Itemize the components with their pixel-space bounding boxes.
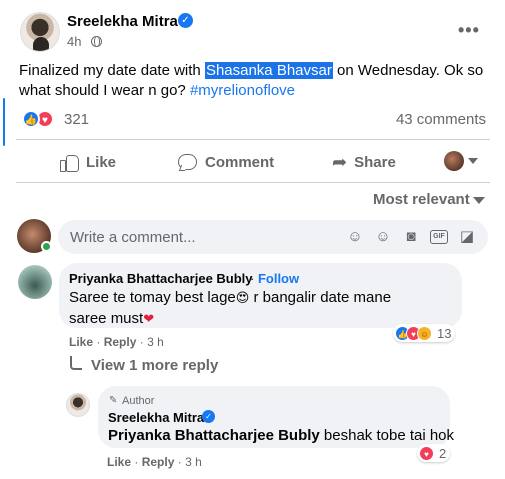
post-timestamp[interactable]: 4h (67, 34, 81, 49)
avatar-sticker-icon[interactable]: ☺ (346, 228, 364, 246)
commenter-name[interactable]: Priyanka Bhattacharjee Bubly (69, 271, 253, 286)
comment-button[interactable]: Comment (178, 151, 274, 173)
comment-sort-dropdown[interactable]: Most relevant (373, 191, 470, 208)
share-arrow-icon: ➦ (332, 152, 348, 172)
comment-input[interactable] (70, 220, 320, 254)
emoji-icon[interactable]: ☺ (374, 228, 392, 246)
verified-badge-icon: ✓ (202, 410, 215, 423)
like-reaction-icon[interactable]: 👍 (22, 110, 40, 128)
online-status-indicator (41, 241, 52, 252)
love-reaction-icon: ♥ (419, 445, 434, 461)
view-more-replies-link[interactable]: View 1 more reply (91, 357, 218, 374)
author-avatar[interactable] (20, 12, 60, 52)
pencil-icon: ✎ (109, 395, 118, 406)
author-badge: Author (122, 395, 155, 407)
comment-meta: Like · Reply · 3 h (69, 335, 164, 349)
separator-dot: · (139, 335, 144, 349)
comment-time[interactable]: 3 h (147, 335, 164, 349)
comment-text-part1: Saree te tomay best lage (69, 289, 236, 306)
reply-text-body: beshak tobe tai hok (319, 427, 455, 444)
red-heart-emoji-icon: ❤ (143, 312, 155, 327)
reply-text: Priyanka Bhattacharjee Bubly beshak tobe… (108, 427, 454, 444)
reply-author-name[interactable]: Sreelekha Mitra (108, 410, 204, 425)
more-options-icon[interactable]: ••• (458, 20, 480, 41)
like-button[interactable]: Like (59, 151, 116, 173)
comment-text: Saree te tomay best lage😍 r bangalir dat… (69, 288, 429, 330)
focus-indicator (3, 98, 5, 146)
separator-dot: · (177, 455, 182, 469)
gif-icon[interactable]: GIF (430, 230, 448, 244)
reply-author-avatar[interactable] (66, 393, 90, 417)
sticker-icon[interactable]: ◪ (458, 228, 476, 246)
reply-reply-link[interactable]: Reply (142, 455, 175, 469)
reply-time[interactable]: 3 h (185, 455, 202, 469)
comment-reply-link[interactable]: Reply (104, 335, 137, 349)
comment-composer[interactable]: ☺ ☺ ◙ GIF ◪ (58, 220, 488, 254)
tagged-person-link[interactable]: Shasanka Bhavsar (204, 62, 333, 79)
reply-reactions[interactable]: ♥ 2 (417, 444, 451, 462)
commenter-avatar[interactable] (18, 265, 52, 299)
comment-reaction-count: 13 (437, 325, 452, 341)
post-text: Finalized my date date with Shasanka Bha… (19, 61, 489, 101)
globe-icon (91, 36, 102, 47)
reply-thread-line (70, 356, 82, 370)
mention-link[interactable]: Priyanka Bhattacharjee Bubly (108, 427, 320, 444)
chevron-down-icon[interactable] (473, 197, 485, 204)
comment-reactions[interactable]: 👍 ♥ ☺ 13 (393, 324, 456, 342)
reaction-count[interactable]: 321 (64, 111, 89, 128)
divider (16, 139, 490, 140)
comment-count[interactable]: 43 comments (396, 111, 486, 128)
care-reaction-icon: ☺ (417, 325, 432, 341)
post-text-start: Finalized my date date with (19, 62, 205, 79)
separator-dot: · (134, 455, 139, 469)
chevron-down-icon[interactable] (468, 158, 478, 164)
share-button-label: Share (354, 153, 396, 171)
camera-icon[interactable]: ◙ (402, 228, 420, 246)
post-card: Sreelekha Mitra ✓ 4h ••• Finalized my da… (0, 0, 505, 479)
separator-dot: · (96, 335, 101, 349)
thumbs-up-icon (59, 153, 79, 172)
heart-eyes-emoji-icon: 😍 (235, 291, 250, 306)
react-as-avatar[interactable] (444, 151, 464, 171)
share-button[interactable]: ➦ Share (332, 151, 396, 173)
separator-dot: · (250, 271, 258, 286)
follow-label: Follow (257, 271, 300, 286)
reply-like-link[interactable]: Like (107, 455, 131, 469)
reply-reaction-count: 2 (439, 445, 447, 461)
comment-button-label: Comment (205, 153, 275, 171)
author-name[interactable]: Sreelekha Mitra (67, 13, 178, 30)
reply-meta: Like · Reply · 3 h (107, 455, 202, 469)
follow-button[interactable]: · Follow (250, 271, 299, 286)
divider (16, 182, 490, 183)
like-button-label: Like (86, 153, 117, 171)
comment-like-link[interactable]: Like (69, 335, 93, 349)
comment-bubble-icon (178, 153, 198, 171)
hashtag-link[interactable]: #myrelionoflove (190, 82, 295, 99)
verified-badge-icon: ✓ (178, 13, 193, 28)
